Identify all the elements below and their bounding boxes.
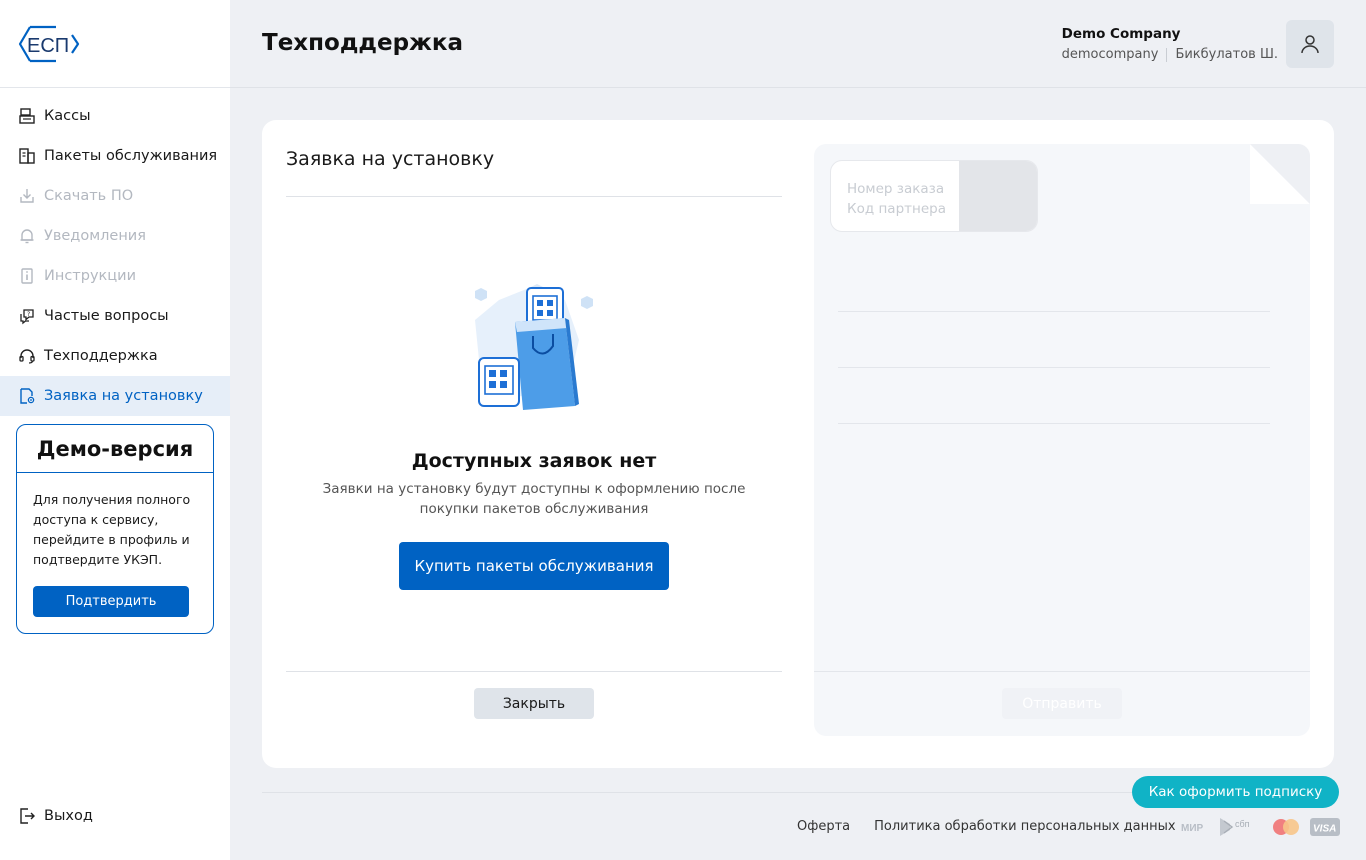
logout-icon — [17, 806, 37, 826]
sidebar-item-packages[interactable]: Пакеты обслуживания — [0, 136, 230, 176]
empty-state-description: Заявки на установку будут доступны к офо… — [322, 481, 746, 517]
sidebar-item-label: Заявка на установку — [44, 388, 203, 404]
privacy-policy-link[interactable]: Политика обработки персональных данных — [874, 819, 1175, 834]
send-button[interactable]: Отправить — [1002, 688, 1122, 719]
company-sub: democompany Бикбулатов Ш. — [1062, 47, 1278, 62]
user-icon — [1301, 35, 1319, 54]
svg-text:?: ? — [27, 311, 30, 318]
empty-state-title: Доступных заявок нет — [411, 450, 657, 472]
bell-icon — [17, 226, 37, 246]
download-icon — [17, 186, 37, 206]
divider — [286, 671, 782, 672]
sidebar-item-support[interactable]: Техподдержка — [0, 336, 230, 376]
demo-title: Демо-версия — [17, 425, 213, 473]
install-request-modal: Заявка на установку Доступных заявок нет… — [262, 120, 1334, 768]
sidebar-item-download[interactable]: Скачать ПО — [0, 176, 230, 216]
logout-label: Выход — [44, 808, 93, 824]
divider — [838, 311, 1270, 312]
logo-text: ЕСП — [27, 35, 69, 57]
company-login: democompany — [1061, 47, 1159, 62]
user-name: Бикбулатов Ш. — [1175, 47, 1278, 62]
logo[interactable]: ЕСП — [0, 0, 230, 88]
sidebar-item-instructions[interactable]: Инструкции — [0, 256, 230, 296]
mastercard-icon — [1273, 819, 1299, 835]
sidebar-item-faq[interactable]: ? Частые вопросы — [0, 296, 230, 336]
svg-text:VISA: VISA — [1313, 824, 1336, 835]
faq-icon: ? — [17, 306, 37, 326]
demo-version-card: Демо-версия Для получения полного доступ… — [16, 424, 214, 634]
sidebar-item-notifications[interactable]: Уведомления — [0, 216, 230, 256]
sidebar-item-label: Инструкции — [44, 268, 137, 284]
sidebar-item-label: Уведомления — [44, 228, 146, 244]
logout-button[interactable]: Выход — [17, 796, 93, 836]
cash-register-icon — [17, 106, 37, 126]
how-to-subscribe-button[interactable]: Как оформить подписку — [1132, 776, 1339, 808]
divider — [838, 367, 1270, 368]
field-labels: Номер заказа Код партнера — [847, 179, 946, 219]
sidebar-nav: Кассы Пакеты обслуживания Скачать ПО Уве… — [0, 88, 230, 416]
sidebar-item-kassy[interactable]: Кассы — [0, 96, 230, 136]
svg-text:МИР: МИР — [1181, 823, 1204, 834]
mir-icon: МИР — [1181, 823, 1204, 834]
offer-link[interactable]: Оферта — [797, 819, 850, 834]
company-info: Demo Company democompany Бикбулатов Ш. — [1062, 26, 1278, 62]
request-form-panel: Номер заказа Код партнера Отправить — [814, 144, 1310, 736]
divider — [286, 196, 782, 197]
sidebar-item-label: Техподдержка — [44, 348, 158, 364]
sidebar: ЕСП Кассы Пакеты обслуживания Скачать ПО — [0, 0, 230, 860]
page-title: Техподдержка — [262, 30, 464, 56]
close-button[interactable]: Закрыть — [474, 688, 594, 719]
esp-logo-icon: ЕСП — [18, 25, 80, 62]
profile-button[interactable] — [1286, 20, 1334, 68]
info-icon — [17, 266, 37, 286]
divider — [1166, 47, 1168, 62]
header: Техподдержка Demo Company democompany Би… — [230, 0, 1366, 88]
page-fold-icon — [1250, 144, 1310, 204]
headset-icon — [17, 346, 37, 366]
sidebar-item-label: Скачать ПО — [44, 188, 134, 204]
buy-packages-button[interactable]: Купить пакеты обслуживания — [399, 542, 669, 590]
sbp-icon: сбп — [1220, 818, 1250, 836]
sidebar-item-install-request[interactable]: Заявка на установку — [0, 376, 230, 416]
package-icon — [17, 146, 37, 166]
modal-title: Заявка на установку — [286, 148, 495, 170]
demo-text: Для получения полного доступа к сервису,… — [33, 492, 191, 567]
partner-code-label: Код партнера — [847, 201, 946, 217]
order-number-label: Номер заказа — [847, 181, 945, 197]
shopping-bag-qr-icon — [475, 284, 593, 410]
payment-icons: МИР сбп VISA — [1180, 816, 1348, 838]
order-partner-field[interactable]: Номер заказа Код партнера — [830, 160, 1038, 232]
footer-links: Оферта Политика обработки персональных д… — [797, 819, 1200, 834]
visa-icon: VISA — [1310, 818, 1340, 836]
confirm-button[interactable]: Подтвердить — [33, 586, 189, 617]
divider — [814, 671, 1310, 672]
sidebar-item-label: Кассы — [44, 108, 91, 124]
shopping-bag-illustration — [467, 280, 602, 419]
sidebar-item-label: Пакеты обслуживания — [44, 148, 218, 164]
document-gear-icon — [17, 386, 37, 406]
svg-text:сбп: сбп — [1235, 819, 1250, 829]
sidebar-item-label: Частые вопросы — [44, 308, 169, 324]
divider — [838, 423, 1270, 424]
company-name: Demo Company — [1061, 26, 1181, 42]
field-placeholder-block — [959, 161, 1037, 231]
